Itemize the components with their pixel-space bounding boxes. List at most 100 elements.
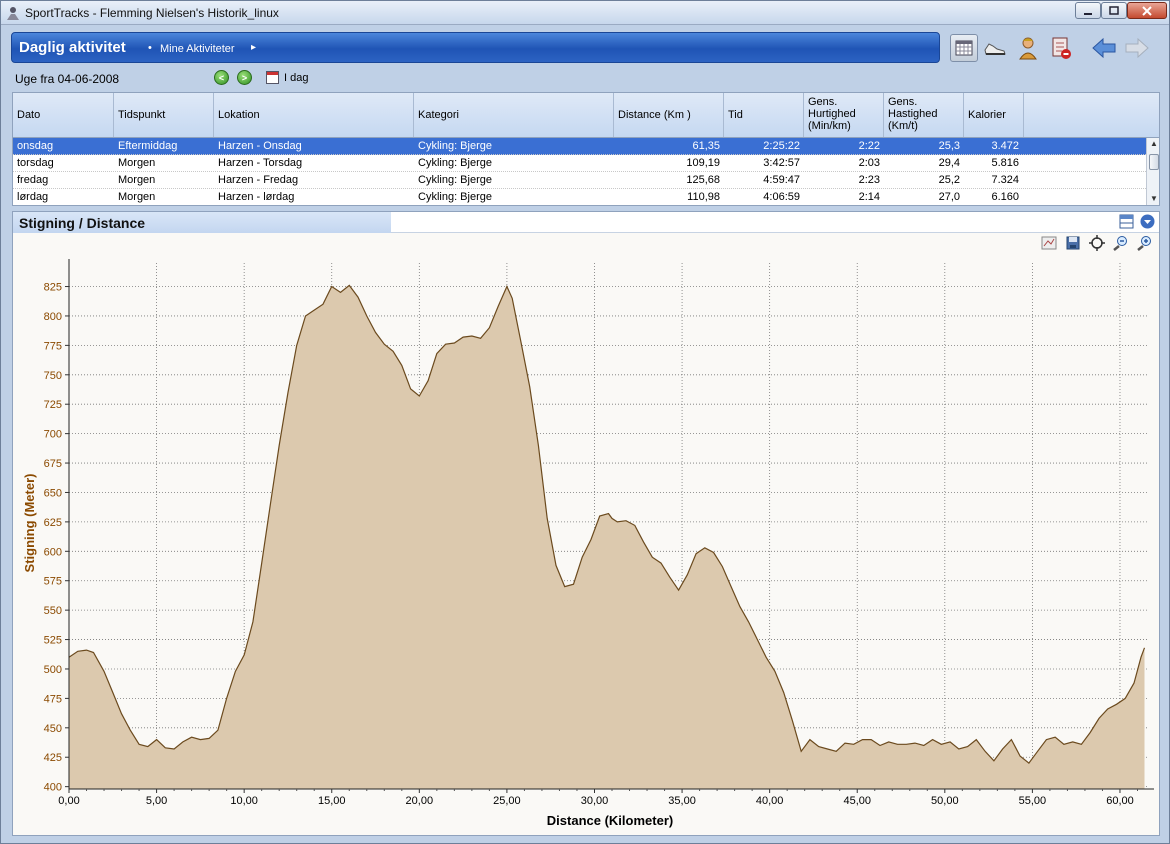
minimize-button[interactable] — [1075, 2, 1101, 19]
activity-table: Dato Tidspunkt Lokation Kategori Distanc… — [12, 92, 1160, 206]
column-header-location[interactable]: Lokation — [214, 93, 414, 137]
view-header: Daglig aktivitet • Mine Aktiviteter ▸ — [11, 32, 940, 63]
window-title: SportTracks - Flemming Nielsen's Histori… — [25, 6, 279, 20]
layout-icon[interactable] — [1119, 214, 1134, 229]
table-row[interactable]: onsdag Eftermiddag Harzen - Onsdag Cykling:… — [13, 138, 1146, 155]
cell-calories: 5.816 — [991, 157, 1019, 169]
y-tick-label: 800 — [44, 311, 62, 323]
scroll-up-icon[interactable]: ▲ — [1150, 139, 1158, 148]
y-tick-label: 650 — [44, 487, 62, 499]
cell-category: Cykling: Bjerge — [418, 174, 492, 186]
scrollbar-thumb[interactable] — [1149, 154, 1159, 170]
table-row[interactable]: lørdag Morgen Harzen - lørdag Cykling: Bjer… — [13, 189, 1146, 205]
x-tick-label: 40,00 — [756, 795, 784, 807]
y-tick-label: 700 — [44, 429, 62, 441]
x-tick-label: 55,00 — [1019, 795, 1047, 807]
back-arrow-icon — [1092, 37, 1116, 59]
breadcrumb[interactable]: Mine Aktiviteter — [160, 43, 235, 55]
cell-time-of-day: Morgen — [118, 157, 156, 169]
y-tick-label: 525 — [44, 635, 62, 647]
y-tick-label: 825 — [44, 282, 62, 294]
elevation-chart[interactable]: 0,00 5,00 10,00 15,00 20,00 25,00 30,00 35,00 40… — [13, 233, 1159, 837]
y-axis-label: Stigning (Meter) — [22, 474, 37, 573]
table-row[interactable]: torsdag Morgen Harzen - Torsdag Cykling: Bj… — [13, 155, 1146, 172]
close-icon — [1142, 5, 1152, 16]
cell-calories: 6.160 — [991, 191, 1019, 203]
shoe-icon — [984, 43, 1006, 55]
delete-icon — [1052, 37, 1071, 59]
x-tick-label: 15,00 — [318, 795, 346, 807]
cell-category: Cykling: Bjerge — [418, 140, 492, 152]
chart-panel-title: Stigning / Distance — [13, 212, 391, 233]
title-bar[interactable]: SportTracks - Flemming Nielsen's Histori… — [1, 1, 1169, 25]
column-header-avg-pace[interactable]: Gens. Hurtighed (Min/km) — [804, 93, 884, 137]
column-header-calories[interactable]: Kalorier — [964, 93, 1024, 137]
x-axis-ticks: 0,00 5,00 10,00 15,00 20,00 25,00 30,00 35,00 40… — [58, 789, 1138, 807]
calendar-icon[interactable] — [266, 71, 279, 84]
y-tick-label: 575 — [44, 576, 62, 588]
table-row[interactable]: fredag Morgen Harzen - Fredag Cykling: Bjer… — [13, 172, 1146, 189]
column-header-distance[interactable]: Distance (Km ) — [614, 93, 724, 137]
forward-button[interactable] — [1123, 34, 1151, 62]
athlete-button[interactable] — [1014, 34, 1042, 62]
cell-time-of-day: Morgen — [118, 174, 156, 186]
x-tick-label: 30,00 — [581, 795, 609, 807]
scroll-down-icon[interactable]: ▼ — [1150, 194, 1158, 203]
page-title: Daglig aktivitet — [19, 39, 126, 56]
equipment-button[interactable] — [981, 34, 1009, 62]
cell-avg-speed: 25,3 — [938, 140, 960, 152]
table-scrollbar[interactable]: ▲ ▼ — [1146, 138, 1159, 205]
previous-week-button[interactable]: < — [214, 70, 229, 85]
y-tick-label: 500 — [44, 664, 62, 676]
chart-panel-header: Stigning / Distance — [13, 212, 1159, 233]
back-button[interactable] — [1090, 34, 1118, 62]
cell-category: Cykling: Bjerge — [418, 191, 492, 203]
column-header-time-of-day[interactable]: Tidspunkt — [114, 93, 214, 137]
y-tick-label: 625 — [44, 517, 62, 529]
cell-avg-speed: 29,4 — [938, 157, 960, 169]
week-label: Uge fra 04-06-2008 — [15, 72, 120, 86]
column-header-avg-speed[interactable]: Gens. Hastighed (Km/t) — [884, 93, 964, 137]
y-tick-label: 550 — [44, 605, 62, 617]
cell-date: onsdag — [17, 140, 54, 152]
x-tick-label: 25,00 — [493, 795, 521, 807]
chevron-right-icon[interactable]: ▸ — [251, 42, 256, 53]
maximize-icon — [1109, 5, 1119, 15]
cell-location: Harzen - Fredag — [218, 174, 299, 186]
minimize-icon — [1084, 12, 1092, 15]
x-tick-label: 60,00 — [1106, 795, 1134, 807]
y-tick-label: 750 — [44, 370, 62, 382]
arrow-left-icon: < — [218, 72, 225, 83]
x-tick-label: 50,00 — [931, 795, 959, 807]
cell-date: fredag — [17, 174, 49, 186]
cell-time: 4:59:47 — [763, 174, 800, 186]
cell-location: Harzen - Torsdag — [218, 157, 303, 169]
log-button[interactable] — [1047, 34, 1075, 62]
elevation-area — [69, 285, 1145, 789]
calendar-view-icon — [955, 40, 973, 56]
app-window: SportTracks - Flemming Nielsen's Histori… — [0, 0, 1170, 844]
y-tick-label: 725 — [44, 399, 62, 411]
column-header-category[interactable]: Kategori — [414, 93, 614, 137]
close-button[interactable] — [1127, 2, 1167, 19]
today-button[interactable]: I dag — [284, 72, 308, 84]
maximize-button[interactable] — [1101, 2, 1127, 19]
sporttracks-logo-icon — [7, 7, 19, 20]
cell-calories: 7.324 — [991, 174, 1019, 186]
cell-calories: 3.472 — [991, 140, 1019, 152]
athlete-icon — [1019, 37, 1037, 60]
x-tick-label: 20,00 — [406, 795, 434, 807]
calendar-view-button[interactable] — [950, 34, 978, 62]
table-header: Dato Tidspunkt Lokation Kategori Distanc… — [13, 93, 1159, 138]
cell-avg-speed: 27,0 — [938, 191, 960, 203]
column-header-date[interactable]: Dato — [13, 93, 114, 137]
x-tick-label: 45,00 — [843, 795, 871, 807]
y-tick-label: 450 — [44, 723, 62, 735]
cell-time-of-day: Morgen — [118, 191, 156, 203]
next-week-button[interactable]: > — [237, 70, 252, 85]
chart-menu-icon[interactable] — [1140, 214, 1155, 229]
cell-avg-speed: 25,2 — [938, 174, 960, 186]
cell-distance: 61,35 — [692, 140, 720, 152]
column-header-time[interactable]: Tid — [724, 93, 804, 137]
chart-panel: Stigning / Distance 0,00 5,00 10,00 15,0… — [12, 211, 1160, 836]
